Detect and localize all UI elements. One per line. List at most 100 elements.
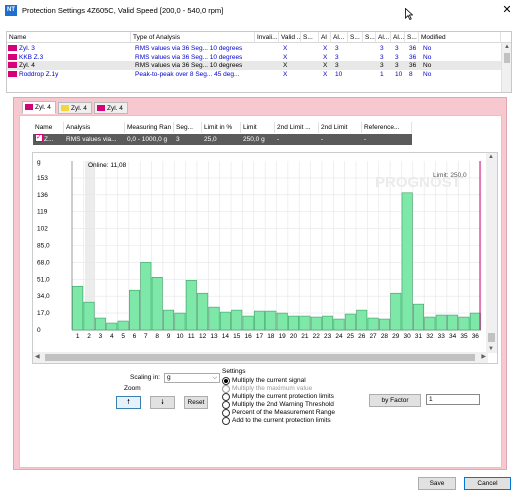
column-header[interactable]: Modified bbox=[419, 32, 501, 43]
bar-segment-33[interactable] bbox=[435, 314, 447, 331]
column-header[interactable]: Valid ... bbox=[279, 32, 301, 43]
bar-segment-12[interactable] bbox=[197, 292, 209, 331]
bar-segment-32[interactable] bbox=[424, 316, 436, 331]
scroll-left-icon[interactable]: ◀ bbox=[35, 353, 40, 360]
bar-segment-25[interactable] bbox=[344, 313, 356, 331]
bar-segment-22[interactable] bbox=[310, 316, 322, 331]
scroll-right-icon[interactable]: ▶ bbox=[481, 353, 486, 360]
scroll-thumb[interactable] bbox=[504, 53, 510, 63]
table-cell: 8 bbox=[409, 70, 413, 78]
column-header[interactable]: Analysis bbox=[64, 122, 125, 133]
cell-text: Z... bbox=[44, 136, 54, 143]
x-tick-label: 36 bbox=[472, 333, 480, 340]
scaling-label: Scaling in: bbox=[130, 374, 160, 381]
bar-segment-8[interactable] bbox=[151, 277, 163, 331]
column-header[interactable]: Al... bbox=[376, 32, 391, 43]
table-scrollbar[interactable]: ▲ bbox=[501, 43, 511, 92]
scroll-up-icon[interactable]: ▲ bbox=[488, 154, 494, 160]
chart-horizontal-scrollbar[interactable]: ◀ ▶ bbox=[33, 352, 488, 363]
bar-segment-4[interactable] bbox=[106, 322, 118, 331]
table-row[interactable]: Roddrop Z.1y Peak-to-peak over 8 Seg... 4… bbox=[7, 70, 501, 79]
bar-segment-35[interactable] bbox=[458, 316, 470, 331]
column-header[interactable]: Al... bbox=[331, 32, 348, 43]
save-button[interactable]: Save bbox=[418, 477, 456, 490]
bar-segment-13[interactable] bbox=[208, 306, 220, 331]
x-tick-label: 11 bbox=[188, 333, 195, 340]
bar-segment-3[interactable] bbox=[94, 317, 106, 331]
column-header[interactable]: Limit bbox=[241, 122, 275, 133]
bar-segment-36[interactable] bbox=[469, 312, 481, 331]
table-cell: - bbox=[364, 136, 367, 143]
bar-segment-30[interactable] bbox=[401, 192, 413, 331]
bar-segment-26[interactable] bbox=[356, 309, 368, 331]
reset-button[interactable]: Reset bbox=[184, 396, 208, 409]
limit-table-row[interactable]: Z... RMS values via... 0,0 - 1000,0 g 3 25,0… bbox=[33, 134, 412, 145]
bar-segment-23[interactable] bbox=[322, 315, 334, 331]
bar-segment-19[interactable] bbox=[276, 312, 288, 331]
column-header[interactable]: S... bbox=[363, 32, 376, 43]
bar-segment-34[interactable] bbox=[447, 314, 459, 331]
scroll-thumb[interactable] bbox=[45, 354, 475, 361]
column-header[interactable]: S... bbox=[301, 32, 319, 43]
bar-segment-18[interactable] bbox=[265, 310, 277, 331]
scroll-thumb[interactable] bbox=[488, 333, 495, 342]
bar-segment-11[interactable] bbox=[185, 279, 197, 331]
x-tick-label: 8 bbox=[155, 333, 159, 340]
folder-icon bbox=[8, 70, 17, 77]
bar-segment-5[interactable] bbox=[117, 320, 129, 331]
x-tick-label: 22 bbox=[313, 333, 321, 340]
tab-channel[interactable]: Zyl. 4 bbox=[58, 102, 92, 114]
bar-segment-24[interactable] bbox=[333, 318, 345, 331]
column-header[interactable]: Al bbox=[319, 32, 331, 43]
cancel-button[interactable]: Cancel bbox=[464, 477, 511, 490]
limit-table-header: Name Analysis Measuring Ran Seg... Limit in … bbox=[33, 122, 493, 133]
column-header[interactable]: Seg... bbox=[174, 122, 202, 133]
tab-channel[interactable]: Zyl. 4 bbox=[22, 101, 56, 114]
column-header[interactable]: Al... bbox=[391, 32, 405, 43]
bar-segment-10[interactable] bbox=[174, 312, 186, 331]
zoom-out-button[interactable]: 🠗 bbox=[150, 396, 175, 409]
by-factor-button[interactable]: by Factor bbox=[369, 394, 421, 407]
table-cell: Peak-to-peak over 8 Seg... 45 deg... bbox=[135, 70, 240, 78]
x-tick-label: 30 bbox=[404, 333, 412, 340]
column-header[interactable]: 2nd Limit ... bbox=[275, 122, 319, 133]
column-header[interactable]: Name bbox=[7, 32, 131, 43]
column-header[interactable]: Limit in % bbox=[202, 122, 241, 133]
column-header[interactable]: 2nd Limit bbox=[319, 122, 362, 133]
bar-segment-7[interactable] bbox=[140, 262, 152, 331]
bar-segment-2[interactable] bbox=[83, 301, 95, 331]
factor-input[interactable]: 1 bbox=[426, 394, 480, 405]
bar-segment-9[interactable] bbox=[163, 309, 175, 331]
scaling-select[interactable]: g ⌵ bbox=[164, 373, 220, 383]
bar-segment-28[interactable] bbox=[378, 318, 390, 331]
bar-segment-17[interactable] bbox=[253, 310, 265, 331]
scroll-up-icon[interactable]: ▲ bbox=[503, 44, 511, 52]
chart-vertical-scrollbar[interactable]: ▲ ▼ bbox=[486, 153, 497, 353]
y-tick-label: 153 bbox=[37, 175, 48, 182]
close-button[interactable]: ✕ bbox=[500, 2, 514, 18]
tab-channel[interactable]: Zyl. 4 bbox=[94, 102, 128, 114]
bar-segment-29[interactable] bbox=[390, 292, 402, 331]
scroll-down-icon[interactable]: ▼ bbox=[488, 346, 494, 352]
bar-segment-6[interactable] bbox=[129, 289, 140, 331]
bar-segment-31[interactable] bbox=[413, 303, 424, 331]
settings-radio-option[interactable]: Add to the current protection limits bbox=[222, 416, 331, 425]
bar-segment-27[interactable] bbox=[367, 317, 379, 331]
column-header[interactable]: Measuring Ran bbox=[125, 122, 174, 133]
column-header[interactable]: Name bbox=[33, 122, 64, 133]
bar-segment-21[interactable] bbox=[299, 315, 311, 331]
bar-segment-1[interactable] bbox=[72, 285, 84, 331]
column-header[interactable]: Type of Analysis bbox=[131, 32, 255, 43]
column-header[interactable]: Reference... bbox=[362, 122, 412, 133]
bar-segment-15[interactable] bbox=[231, 309, 243, 331]
limit-table: Name Analysis Measuring Ran Seg... Limit in … bbox=[33, 122, 493, 146]
column-header[interactable]: S... bbox=[348, 32, 363, 43]
bar-segment-20[interactable] bbox=[288, 315, 300, 331]
bar-segment-14[interactable] bbox=[219, 311, 231, 331]
bar-segment-16[interactable] bbox=[242, 315, 254, 331]
checkbox-icon[interactable] bbox=[35, 134, 43, 143]
column-header[interactable]: Invali... bbox=[255, 32, 279, 43]
zoom-in-button[interactable]: 🠕 bbox=[116, 396, 141, 409]
x-tick-label: 16 bbox=[244, 333, 252, 340]
column-header[interactable]: S... bbox=[405, 32, 419, 43]
